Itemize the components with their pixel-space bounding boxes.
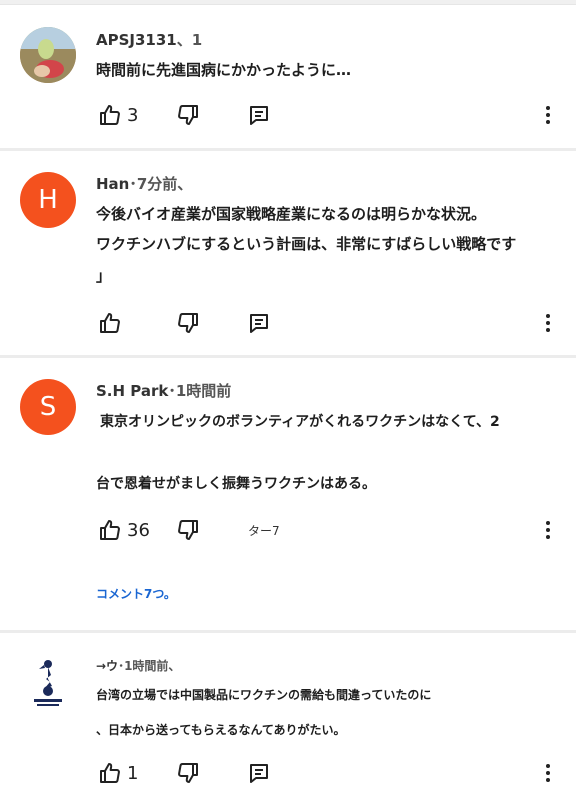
dislike-button[interactable] <box>176 311 200 335</box>
reply-icon <box>250 764 268 783</box>
comment-text-line: 台湾の立場では中国製品にワクチンの需給も間違っていたのに <box>96 688 432 702</box>
comment-text-line: ワクチンハブにするという計画は、非常にすばらしい戦略です <box>96 235 517 253</box>
avatar[interactable] <box>24 655 72 711</box>
reply-icon <box>250 106 268 125</box>
like-count: 36 <box>127 519 150 541</box>
comment-text-line: 台で恩着せがましく振舞うワクチンはある。 <box>96 476 376 492</box>
author-name: →ウ <box>96 659 119 673</box>
comment-author[interactable]: →ウ･1時間前、 <box>96 657 180 674</box>
author-name: S.H Park <box>96 382 169 400</box>
thumbs-up-icon <box>100 520 120 540</box>
thumbs-down-icon <box>178 763 198 783</box>
like-button[interactable]: 3 <box>98 103 138 127</box>
avatar[interactable]: H <box>20 172 76 228</box>
more-options-button[interactable] <box>538 518 558 542</box>
comment-3: S S.H Park･1時間前 東京オリンピックのボランティアがくれるワクチンは… <box>0 358 576 630</box>
comment-4: →ウ･1時間前、 台湾の立場では中国製品にワクチンの需給も間違っていたのに 、日… <box>0 633 576 784</box>
thumbs-up-icon <box>100 313 120 333</box>
avatar-letter: S <box>39 392 57 422</box>
like-count: 1 <box>127 762 139 784</box>
author-name: APSJ3131 <box>96 31 177 49</box>
comment-meta: ･1時間前、 <box>118 659 181 673</box>
more-vertical-icon <box>546 106 550 124</box>
comment-text-line: 今後バイオ産業が国家戦略産業になるのは明らかな状況。 <box>96 205 487 223</box>
avatar[interactable] <box>20 27 76 83</box>
avatar-photo-icon <box>20 27 76 83</box>
like-button[interactable]: 36 <box>98 518 150 542</box>
more-vertical-icon <box>546 764 550 782</box>
avatar[interactable]: S <box>20 379 76 435</box>
thumbs-up-icon <box>100 105 120 125</box>
dislike-button[interactable] <box>176 103 200 127</box>
thumbs-down-icon <box>178 105 198 125</box>
overlay-text: ター7 <box>248 524 280 538</box>
more-vertical-icon <box>546 521 550 539</box>
more-options-button[interactable] <box>538 103 558 127</box>
author-name: Han <box>96 175 130 193</box>
comment-text-line: 時間前に先進国病にかかったように… <box>96 61 352 79</box>
thumbs-up-icon <box>100 763 120 783</box>
comment-meta: ･7分前、 <box>129 175 193 193</box>
comment-author[interactable]: S.H Park･1時間前 <box>96 380 231 401</box>
comment-author[interactable]: Han･7分前、 <box>96 173 192 194</box>
like-button[interactable] <box>98 311 122 335</box>
thumbs-down-icon <box>178 313 198 333</box>
comment-text-line: 」 <box>96 267 112 285</box>
reply-icon <box>250 314 268 333</box>
comment-meta: ･1時間前 <box>168 382 232 400</box>
comment-text-line: 東京オリンピックのボランティアがくれるワクチンはなくて、2 <box>100 414 500 430</box>
comment-1: APSJ3131、1 時間前に先進国病にかかったように… 3 <box>0 0 576 148</box>
comment-2: H Han･7分前、 今後バイオ産業が国家戦略産業になるのは明らかな状況。 ワク… <box>0 151 576 355</box>
like-count: 3 <box>127 104 139 126</box>
reply-button[interactable] <box>247 103 271 127</box>
thumbs-down-icon <box>178 520 198 540</box>
like-button[interactable]: 1 <box>98 761 138 785</box>
dislike-button[interactable] <box>176 518 200 542</box>
reply-button[interactable] <box>247 311 271 335</box>
comment-meta: 、1 <box>176 31 203 49</box>
dislike-button[interactable] <box>176 761 200 785</box>
more-vertical-icon <box>546 314 550 332</box>
comment-text-line: 、日本から送ってもらえるなんてありがたい。 <box>96 723 346 737</box>
club-crest-icon <box>34 660 62 706</box>
reply-button[interactable] <box>247 761 271 785</box>
avatar-letter: H <box>38 185 58 215</box>
comment-author[interactable]: APSJ3131、1 <box>96 29 202 50</box>
more-options-button[interactable] <box>538 311 558 335</box>
more-options-button[interactable] <box>538 761 558 785</box>
view-replies-link[interactable]: コメント7つ。 <box>96 585 176 602</box>
